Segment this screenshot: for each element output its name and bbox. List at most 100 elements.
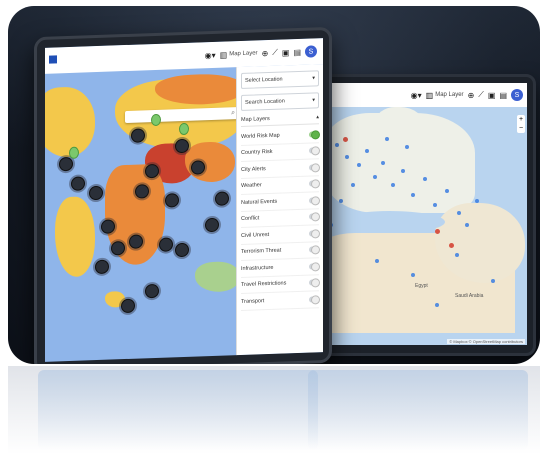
event-dot[interactable] <box>339 199 343 203</box>
layers-panel: Select Location ▾ Search Location ▾ Map … <box>236 64 323 356</box>
event-dot[interactable] <box>423 177 427 181</box>
layer-toggle[interactable] <box>309 230 319 237</box>
event-dot[interactable] <box>385 137 389 141</box>
incident-marker[interactable] <box>89 185 103 201</box>
zoom-controls[interactable]: + − <box>517 115 525 133</box>
layer-toggle[interactable] <box>309 296 319 303</box>
event-dot[interactable] <box>381 161 385 165</box>
event-dot[interactable] <box>375 259 379 263</box>
layer-row[interactable]: Transport <box>241 291 319 311</box>
event-dot[interactable] <box>335 143 339 147</box>
event-dot[interactable] <box>391 183 395 187</box>
incident-marker[interactable] <box>215 191 229 206</box>
back-tablet: ◉▾ ▥ Map Layer ⊕ ⟋ ▣ ▤ S + − Egypt Saudi… <box>306 74 536 356</box>
layer-label: Transport <box>241 297 265 305</box>
showcase-background: ◉▾ ▥ Map Layer ⊕ ⟋ ▣ ▤ S + − Egypt Saudi… <box>8 6 540 364</box>
layer-toggle[interactable] <box>309 164 319 171</box>
event-dot[interactable] <box>365 149 369 153</box>
layer-toggle[interactable] <box>309 197 319 204</box>
back-clipboard-icon[interactable]: ▤ <box>499 91 507 100</box>
event-dot[interactable] <box>475 199 479 203</box>
alert-dot[interactable] <box>343 137 348 142</box>
event-dot[interactable] <box>445 189 449 193</box>
chevron-down-icon: ▾ <box>312 97 315 104</box>
incident-marker[interactable] <box>159 237 173 252</box>
layer-label: Travel Restrictions <box>241 280 287 289</box>
back-map-layer-button[interactable]: ▥ Map Layer <box>426 91 464 100</box>
layer-toggle[interactable] <box>309 246 319 253</box>
event-dot[interactable] <box>491 279 495 283</box>
reflection-front <box>38 370 318 450</box>
layer-toggle[interactable] <box>309 263 319 270</box>
layer-label: Natural Events <box>241 198 278 206</box>
location-pin[interactable] <box>69 146 79 159</box>
layer-label: Country Risk <box>241 149 273 157</box>
layer-toggle[interactable] <box>309 131 319 138</box>
event-dot[interactable] <box>411 273 415 277</box>
chart-icon[interactable]: ⟋ <box>272 48 278 58</box>
incident-marker[interactable] <box>71 176 85 191</box>
event-dot[interactable] <box>455 253 459 257</box>
layer-label: Conflict <box>241 215 260 223</box>
event-dot[interactable] <box>435 303 439 307</box>
back-chart-icon[interactable]: ⟋ <box>478 90 484 100</box>
australia-land <box>195 261 240 293</box>
incident-marker[interactable] <box>121 298 135 314</box>
event-dot[interactable] <box>411 193 415 197</box>
layer-toggle[interactable] <box>309 279 319 286</box>
event-dot[interactable] <box>405 145 409 149</box>
back-briefcase-icon[interactable]: ▣ <box>488 91 496 100</box>
layer-label: Weather <box>241 182 262 190</box>
chevron-up-icon: ▴ <box>316 114 319 121</box>
back-location-button[interactable]: ◉▾ <box>411 91 422 100</box>
location-button[interactable]: ◉▾ <box>205 50 216 59</box>
event-dot[interactable] <box>351 183 355 187</box>
search-icon: ⌕ <box>231 109 235 117</box>
layer-toggle[interactable] <box>309 147 319 154</box>
globe-icon[interactable]: ⊕ <box>262 49 269 58</box>
layer-label: Civil Unrest <box>241 231 270 239</box>
layers-title: Map Layers <box>241 115 270 123</box>
layer-list: World Risk Map Country Risk City Alerts Wea… <box>237 126 323 311</box>
event-dot[interactable] <box>401 169 405 173</box>
briefcase-icon[interactable]: ▣ <box>282 48 290 57</box>
incident-marker[interactable] <box>175 242 189 258</box>
incident-marker[interactable] <box>95 259 109 275</box>
map-label-egypt: Egypt <box>415 283 428 289</box>
search-location-dropdown[interactable]: Search Location ▾ <box>241 92 319 111</box>
event-dot[interactable] <box>465 223 469 227</box>
reflection-back <box>308 370 528 450</box>
layer-toggle[interactable] <box>309 180 319 187</box>
incident-marker[interactable] <box>145 283 159 299</box>
floor-reflection <box>8 366 540 464</box>
dropdown-label: Search Location <box>245 98 285 106</box>
event-dot[interactable] <box>357 163 361 167</box>
alert-dot[interactable] <box>449 243 454 248</box>
layer-label: Infrastructure <box>241 264 274 272</box>
event-dot[interactable] <box>345 155 349 159</box>
event-dot[interactable] <box>433 203 437 207</box>
map-icon: ▥ <box>425 90 434 100</box>
layer-label: City Alerts <box>241 165 266 173</box>
layers-header[interactable]: Map Layers ▴ <box>241 114 319 127</box>
mediterranean-sea <box>335 211 445 233</box>
clipboard-icon[interactable]: ▤ <box>293 47 301 56</box>
back-toolbar: ◉▾ ▥ Map Layer ⊕ ⟋ ▣ ▤ S <box>315 83 527 107</box>
dropdown-label: Select Location <box>245 76 283 84</box>
event-dot[interactable] <box>373 175 377 179</box>
map-label-saudi-arabia: Saudi Arabia <box>455 293 484 299</box>
alert-dot[interactable] <box>435 229 440 234</box>
chevron-down-icon: ▾ <box>312 75 315 82</box>
location-dropdown[interactable]: Select Location ▾ <box>241 70 319 89</box>
map-icon: ▥ <box>219 49 228 60</box>
back-globe-icon[interactable]: ⊕ <box>468 91 475 100</box>
layer-toggle[interactable] <box>309 213 319 220</box>
user-avatar[interactable]: S <box>305 45 317 58</box>
incident-marker[interactable] <box>165 193 179 208</box>
map-layer-button[interactable]: ▥ Map Layer <box>220 49 258 59</box>
south-america-land <box>55 196 95 278</box>
event-dot[interactable] <box>457 211 461 215</box>
incident-marker[interactable] <box>205 217 219 233</box>
back-avatar[interactable]: S <box>511 89 523 101</box>
incident-marker[interactable] <box>59 156 73 172</box>
